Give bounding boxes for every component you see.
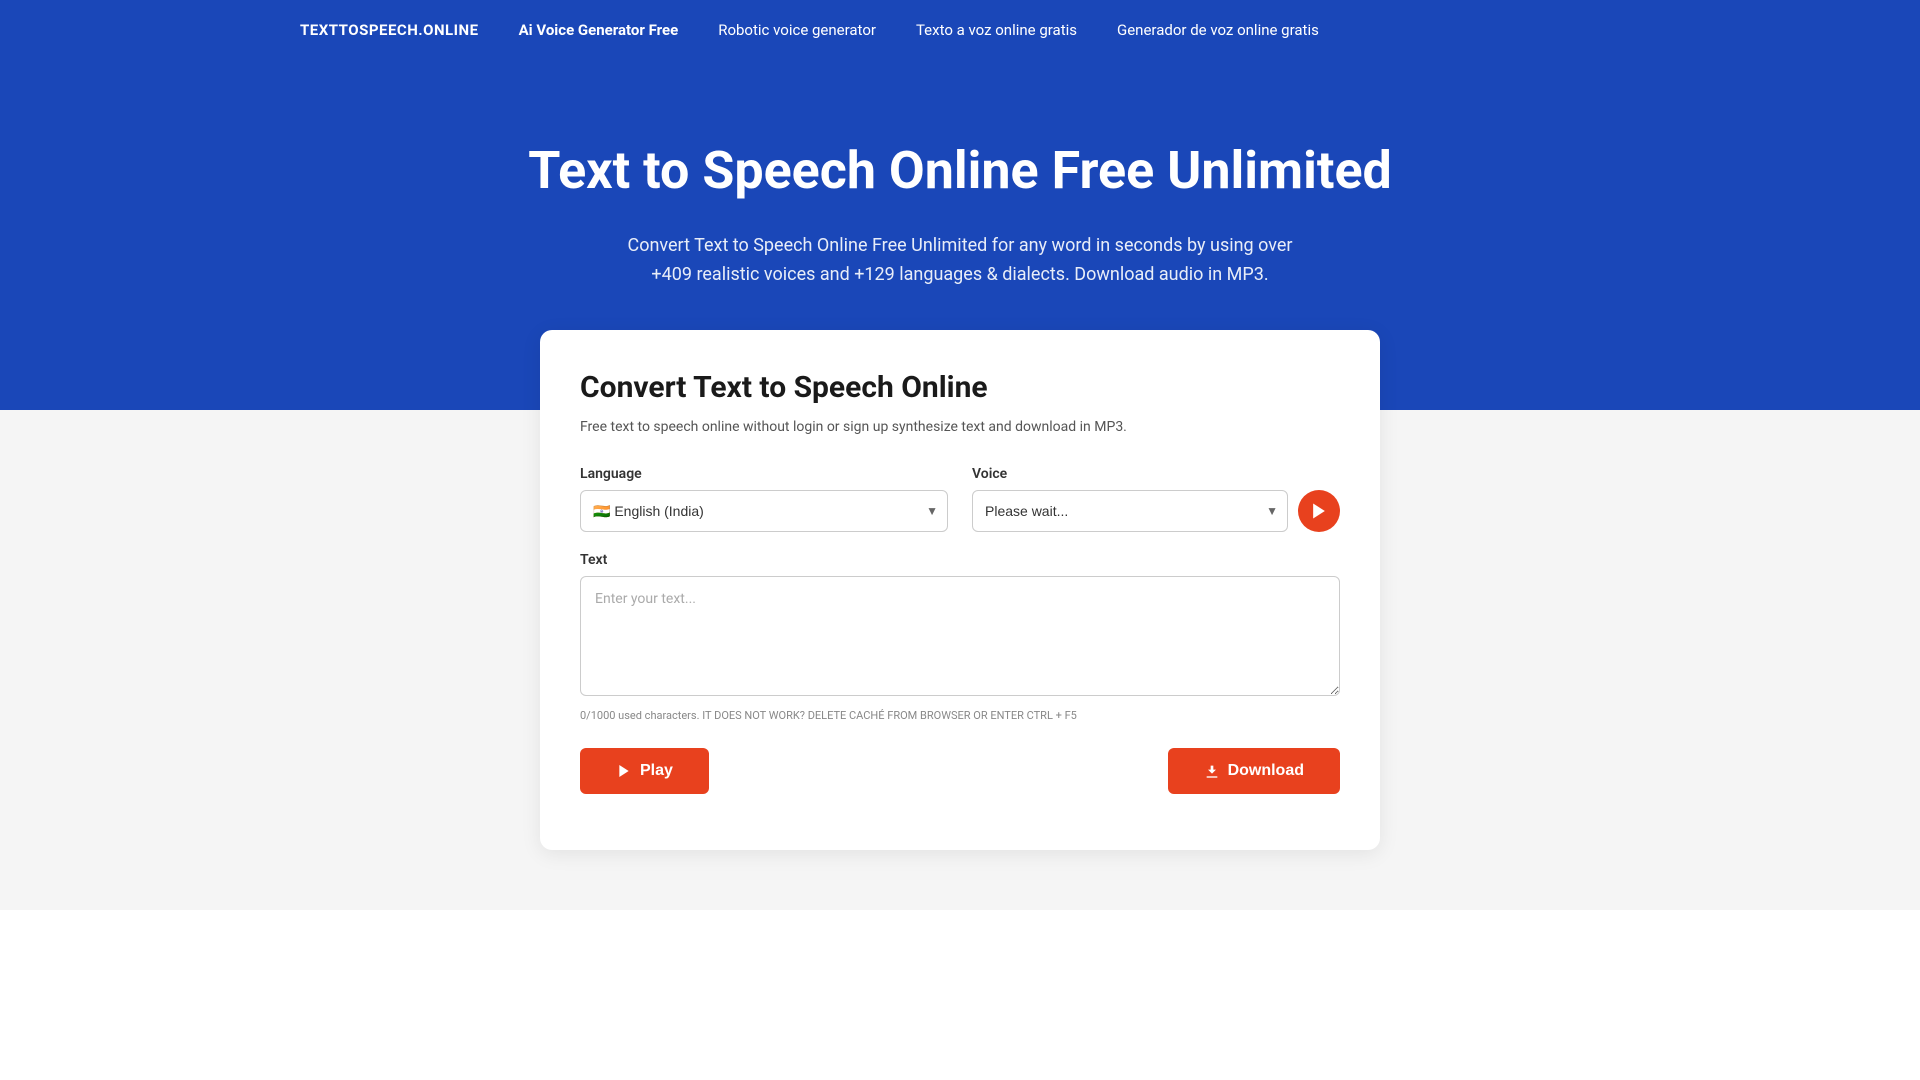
voice-select[interactable]: Please wait...	[972, 490, 1288, 532]
voice-label: Voice	[972, 466, 1340, 482]
download-icon	[1204, 763, 1220, 779]
nav-link-robotic[interactable]: Robotic voice generator	[718, 21, 876, 39]
form-row-lang-voice: Language 🇮🇳 English (India) ▼ Voice Plea…	[580, 466, 1340, 532]
text-label: Text	[580, 552, 1340, 568]
text-input[interactable]	[580, 576, 1340, 696]
char-counter-info: 0/1000 used characters. IT DOES NOT WORK…	[580, 708, 1340, 725]
nav-brand[interactable]: TEXTTOSPEECH.ONLINE	[300, 21, 479, 39]
language-group: Language 🇮🇳 English (India) ▼	[580, 466, 948, 532]
text-group: Text	[580, 552, 1340, 700]
voice-select-wrapper: Please wait... ▼	[972, 490, 1288, 532]
play-button[interactable]: Play	[580, 748, 709, 794]
converter-card: Convert Text to Speech Online Free text …	[540, 330, 1380, 850]
voice-preview-button[interactable]	[1298, 490, 1340, 532]
voice-group: Voice Please wait... ▼	[972, 466, 1340, 532]
language-select-wrapper: 🇮🇳 English (India) ▼	[580, 490, 948, 532]
main-content: Convert Text to Speech Online Free text …	[0, 410, 1920, 910]
play-button-label: Play	[640, 762, 673, 780]
card-title: Convert Text to Speech Online	[580, 370, 1340, 405]
navigation: TEXTTOSPEECH.ONLINE Ai Voice Generator F…	[0, 0, 1920, 60]
download-button-label: Download	[1228, 762, 1304, 780]
card-description: Free text to speech online without login…	[580, 417, 1340, 438]
language-select[interactable]: 🇮🇳 English (India)	[580, 490, 948, 532]
nav-link-ai-voice[interactable]: Ai Voice Generator Free	[519, 21, 679, 39]
play-icon	[616, 763, 632, 779]
voice-row: Please wait... ▼	[972, 490, 1340, 532]
nav-link-generador[interactable]: Generador de voz online gratis	[1117, 21, 1319, 39]
buttons-row: Play Download	[580, 748, 1340, 794]
hero-subtitle: Convert Text to Speech Online Free Unlim…	[610, 232, 1310, 290]
nav-link-texto[interactable]: Texto a voz online gratis	[916, 21, 1077, 39]
hero-title: Text to Speech Online Free Unlimited	[300, 140, 1620, 202]
language-label: Language	[580, 466, 948, 482]
download-button[interactable]: Download	[1168, 748, 1340, 794]
play-triangle-icon	[1309, 501, 1329, 521]
